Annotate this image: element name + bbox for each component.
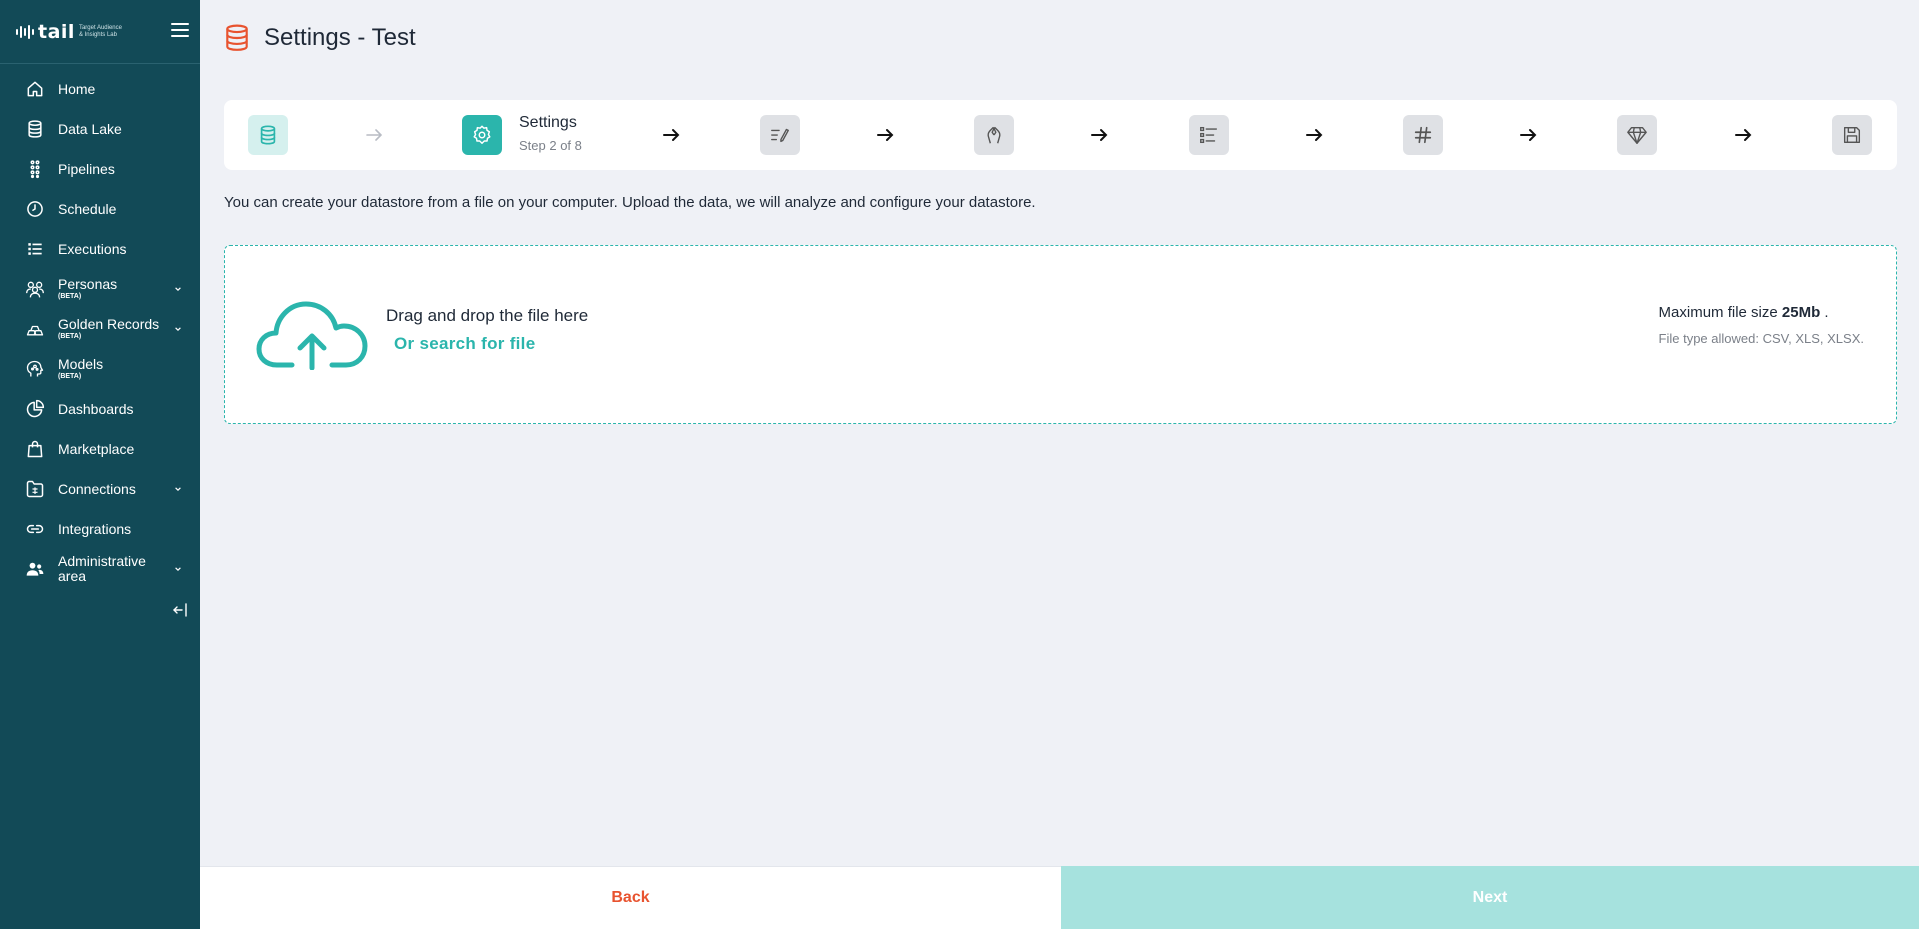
sidebar-header: tail Target Audience & Insights Lab xyxy=(0,0,200,64)
edit-list-icon xyxy=(771,128,789,143)
sidebar-item-label: Pipelines xyxy=(58,160,115,177)
chevron-down-icon[interactable] xyxy=(174,485,182,493)
sidebar-item-personas[interactable]: Personas (BETA) xyxy=(0,269,200,309)
connections-icon xyxy=(25,479,45,499)
sidebar-item-label: Administrative area xyxy=(58,553,146,584)
pie-chart-icon xyxy=(25,399,45,419)
chevron-down-icon[interactable] xyxy=(174,325,182,333)
database-icon xyxy=(226,24,248,51)
step-save[interactable] xyxy=(1832,115,1872,155)
logo[interactable]: tail Target Audience & Insights Lab xyxy=(16,20,125,44)
current-step-info: Settings Step 2 of 8 xyxy=(519,114,582,153)
sidebar-item-pipelines[interactable]: Pipelines xyxy=(0,149,200,189)
beta-badge: (BETA) xyxy=(58,373,82,380)
page-header: Settings - Test xyxy=(224,24,416,52)
logo-tagline: Target Audience & Insights Lab xyxy=(78,25,122,38)
sidebar-item-marketplace[interactable]: Marketplace xyxy=(0,429,200,469)
home-icon xyxy=(25,79,45,99)
sidebar-item-home[interactable]: Home xyxy=(0,69,200,109)
chevron-down-icon[interactable] xyxy=(174,285,182,293)
sidebar-item-label: Personas (BETA) xyxy=(58,276,118,301)
sidebar-item-label: Home xyxy=(58,80,96,97)
sidebar-item-administrative-area[interactable]: Administrative area xyxy=(0,549,200,589)
back-button[interactable]: Back xyxy=(200,866,1061,929)
database-icon xyxy=(25,119,45,139)
file-dropzone[interactable]: Drag and drop the file here Or search fo… xyxy=(224,245,1897,424)
sidebar-item-data-lake[interactable]: Data Lake xyxy=(0,109,200,149)
sidebar-item-label: Data Lake xyxy=(58,120,122,137)
main-content: Settings - Test Settings Step 2 of 8 You… xyxy=(200,0,1919,929)
database-icon xyxy=(260,125,276,145)
sidebar-item-label: Integrations xyxy=(58,520,132,537)
arrow-right-icon xyxy=(1735,129,1752,141)
drag-drop-text: Drag and drop the file here xyxy=(386,306,589,325)
arrow-right-icon xyxy=(1520,129,1537,141)
step-edit-fields[interactable] xyxy=(760,115,800,155)
arrow-right-icon xyxy=(1306,129,1323,141)
wizard-footer: Back Next xyxy=(200,866,1919,929)
step-datastore[interactable] xyxy=(248,115,288,155)
checklist-icon xyxy=(1200,126,1218,144)
sidebar-item-label: Executions xyxy=(58,240,127,257)
sidebar-item-executions[interactable]: Executions xyxy=(0,229,200,269)
logo-word: tail xyxy=(38,20,75,43)
chevron-down-icon[interactable] xyxy=(174,565,182,573)
sidebar-item-label: Connections xyxy=(58,480,136,497)
shopping-bag-icon xyxy=(25,439,45,459)
sidebar-item-golden-records[interactable]: Golden Records (BETA) xyxy=(0,309,200,349)
arrow-right-icon xyxy=(663,129,680,141)
step-mapping[interactable] xyxy=(974,115,1014,155)
allowed-file-types: File type allowed: CSV, XLS, XLSX. xyxy=(1658,331,1864,346)
menu-toggle-icon[interactable] xyxy=(171,23,189,39)
personas-icon xyxy=(25,279,45,299)
max-file-size-value: 25Mb xyxy=(1781,304,1821,321)
sidebar-item-label: Dashboards xyxy=(58,400,134,417)
list-icon xyxy=(25,239,45,259)
arrow-right-icon xyxy=(877,129,894,141)
step-rules[interactable] xyxy=(1189,115,1229,155)
sidebar-item-models[interactable]: Models (BETA) xyxy=(0,349,200,389)
sidebar-item-label: Models (BETA) xyxy=(58,356,104,381)
sidebar-item-label: Marketplace xyxy=(58,440,135,457)
step-identifiers[interactable] xyxy=(1403,115,1443,155)
link-icon xyxy=(25,519,45,539)
wizard-stepper: Settings Step 2 of 8 xyxy=(224,100,1897,170)
save-icon xyxy=(1843,126,1861,144)
cloud-upload-icon xyxy=(256,301,368,370)
step-quality[interactable] xyxy=(1617,115,1657,155)
sidebar-nav: Home Data Lake Pipelines Schedule Execut… xyxy=(0,69,200,589)
brain-head-icon xyxy=(25,359,45,379)
beta-badge: (BETA) xyxy=(58,333,82,340)
arrow-right-icon xyxy=(1091,129,1108,141)
step-settings[interactable] xyxy=(462,115,502,155)
beta-badge: (BETA) xyxy=(58,293,82,300)
page-title: Settings - Test xyxy=(264,24,416,51)
next-button[interactable]: Next xyxy=(1061,866,1919,929)
gear-icon xyxy=(473,125,491,144)
logo-mark-icon xyxy=(16,25,34,39)
arrow-right-icon xyxy=(366,129,383,141)
pipeline-icon xyxy=(25,159,45,179)
sidebar-item-label: Schedule xyxy=(58,200,117,217)
diamond-icon xyxy=(1627,126,1647,144)
sidebar-item-integrations[interactable]: Integrations xyxy=(0,509,200,549)
clock-icon xyxy=(25,199,45,219)
hash-icon xyxy=(1414,126,1432,144)
sidebar: tail Target Audience & Insights Lab Home… xyxy=(0,0,200,929)
hands-icon xyxy=(987,126,1001,144)
current-step-subtitle: Step 2 of 8 xyxy=(519,138,582,153)
intro-text: You can create your datastore from a fil… xyxy=(224,194,1036,211)
max-file-size: Maximum file size 25Mb . xyxy=(1658,304,1829,321)
logout-icon[interactable] xyxy=(172,602,188,618)
users-admin-icon xyxy=(25,559,45,579)
search-file-link[interactable]: Or search for file xyxy=(394,334,535,354)
sidebar-item-label: Golden Records (BETA) xyxy=(58,316,160,341)
file-requirements: Maximum file size 25Mb . File type allow… xyxy=(1659,304,1864,346)
sidebar-item-dashboards[interactable]: Dashboards xyxy=(0,389,200,429)
sidebar-item-connections[interactable]: Connections xyxy=(0,469,200,509)
sidebar-item-schedule[interactable]: Schedule xyxy=(0,189,200,229)
current-step-title: Settings xyxy=(519,114,577,131)
gold-bars-icon xyxy=(25,319,45,339)
